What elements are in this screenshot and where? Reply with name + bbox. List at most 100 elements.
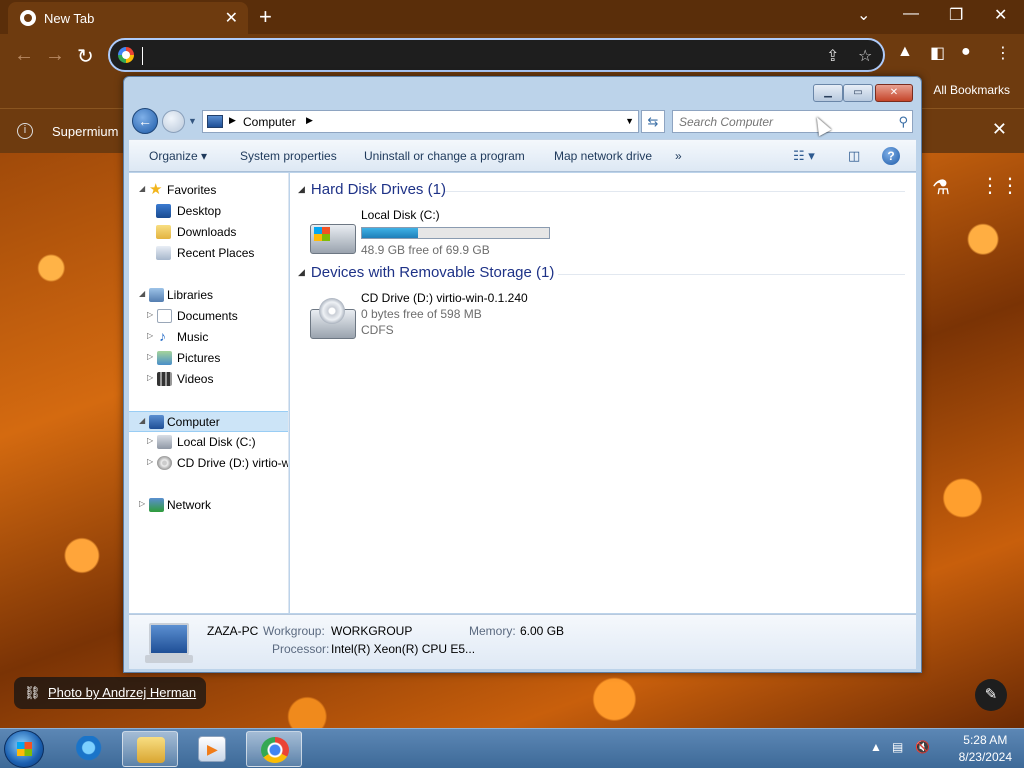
close-tab-icon[interactable]: ✕ <box>225 8 238 28</box>
refresh-icon[interactable]: ⇆ <box>641 110 665 133</box>
share-icon[interactable]: ⇪ <box>826 46 839 66</box>
link-icon: ⛓ <box>24 685 41 700</box>
profile-icon[interactable]: ● <box>961 43 971 61</box>
breadcrumb-computer[interactable]: Computer <box>243 115 296 129</box>
extensions-icon[interactable]: ▲ <box>897 43 913 61</box>
nav-item-favorites[interactable]: ◢ ★ Favorites <box>129 180 288 201</box>
expand-arrow-icon[interactable]: ▷ <box>147 331 153 340</box>
restore-window-icon[interactable]: ❐ <box>949 5 963 25</box>
folder-icon <box>137 737 165 763</box>
explorer-address-row: ← ▼ ▶ Computer ▶ ▼ ⇆ ⚲ <box>124 107 921 137</box>
minimize-window-icon[interactable]: — <box>903 5 919 23</box>
network-tray-icon[interactable]: ▤ <box>892 740 903 754</box>
change-view-icon[interactable]: ☷ ▾ <box>793 148 815 164</box>
nav-item-label: Network <box>167 498 212 512</box>
explorer-search-box[interactable]: ⚲ <box>672 110 913 133</box>
explorer-minimize-button[interactable]: ▁ <box>813 84 843 102</box>
close-infobar-icon[interactable]: ✕ <box>992 119 1007 140</box>
map-network-drive-button[interactable]: Map network drive <box>554 149 652 163</box>
group-divider <box>558 274 905 275</box>
address-dropdown-icon[interactable]: ▼ <box>625 116 634 126</box>
organize-button[interactable]: Organize ▾ <box>149 149 207 163</box>
expand-arrow-icon[interactable]: ▷ <box>147 352 153 361</box>
tab-new-tab[interactable]: New Tab ✕ <box>8 2 248 34</box>
photo-credit-text: Photo by Andrzej Herman <box>48 685 197 700</box>
group-header-removable-storage[interactable]: ◢ Devices with Removable Storage (1) <box>298 264 554 281</box>
volume-muted-icon[interactable]: 🔇 <box>915 740 930 754</box>
expand-arrow-icon[interactable]: ▷ <box>147 436 153 445</box>
search-icon[interactable]: ⚲ <box>898 114 908 130</box>
memory-value: 6.00 GB <box>520 624 565 638</box>
tab-search-icon[interactable]: ⌄ <box>857 5 870 25</box>
nav-item-label: Music <box>177 330 209 344</box>
collapse-arrow-icon[interactable]: ◢ <box>139 416 145 425</box>
nav-item-music[interactable]: ▷ ♪ Music <box>129 327 288 348</box>
taskbar-internet-explorer[interactable] <box>62 731 118 767</box>
bookmark-star-icon[interactable]: ☆ <box>858 46 872 66</box>
menu-kebab-icon[interactable]: ⋮ <box>995 43 1011 63</box>
address-bar[interactable]: ⇪ ☆ <box>108 38 885 72</box>
nav-item-computer[interactable]: ◢ Computer <box>129 411 288 432</box>
taskbar-chrome[interactable] <box>246 731 302 767</box>
show-hidden-icons-icon[interactable]: ▲ <box>870 740 882 754</box>
nav-item-label: Downloads <box>177 225 237 239</box>
back-arrow-icon[interactable]: ← <box>14 44 34 67</box>
nav-item-cd-drive[interactable]: ▷ CD Drive (D:) virtio-win-0.1.240 <box>129 453 288 474</box>
drive-name: Local Disk (C:) <box>361 208 440 222</box>
expand-arrow-icon[interactable]: ▷ <box>139 499 145 508</box>
explorer-forward-button[interactable] <box>162 110 185 133</box>
nav-item-documents[interactable]: ▷ Documents <box>129 306 288 327</box>
nav-item-local-disk[interactable]: ▷ Local Disk (C:) <box>129 432 288 453</box>
more-commands-button[interactable]: » <box>675 149 682 163</box>
uninstall-program-button[interactable]: Uninstall or change a program <box>364 149 525 163</box>
close-window-icon[interactable]: ✕ <box>994 5 1007 25</box>
documents-icon <box>157 309 172 323</box>
apps-grid-icon[interactable]: ⋮⋮ <box>980 173 1020 198</box>
recent-pages-dropdown-icon[interactable]: ▼ <box>188 116 197 126</box>
new-tab-button[interactable]: + <box>259 4 272 30</box>
collapse-group-icon[interactable]: ◢ <box>298 184 305 194</box>
collapse-arrow-icon[interactable]: ◢ <box>139 184 145 193</box>
help-icon[interactable]: ? <box>882 147 900 165</box>
nav-item-videos[interactable]: ▷ Videos <box>129 369 288 390</box>
taskbar-windows-explorer[interactable] <box>122 731 178 767</box>
nav-item-downloads[interactable]: Downloads <box>129 222 288 243</box>
explorer-search-input[interactable] <box>679 114 879 130</box>
nav-item-label: Videos <box>177 372 214 386</box>
nav-item-recent-places[interactable]: Recent Places <box>129 243 288 264</box>
explorer-maximize-button[interactable]: ▭ <box>843 84 873 102</box>
cd-drive-icon <box>310 298 356 339</box>
preview-pane-icon[interactable]: ◫ <box>848 148 860 164</box>
customize-pencil-icon[interactable]: ✎ <box>975 679 1007 711</box>
nav-item-desktop[interactable]: Desktop <box>129 201 288 222</box>
start-button[interactable] <box>4 730 44 768</box>
group-header-hard-disk-drives[interactable]: ◢ Hard Disk Drives (1) <box>298 181 446 198</box>
explorer-address-bar[interactable]: ▶ Computer ▶ ▼ <box>202 110 639 133</box>
forward-arrow-icon[interactable]: → <box>45 44 65 67</box>
collapse-arrow-icon[interactable]: ◢ <box>139 289 145 298</box>
breadcrumb-arrow-icon[interactable]: ▶ <box>306 115 313 126</box>
expand-arrow-icon[interactable]: ▷ <box>147 310 153 319</box>
workgroup-label: Workgroup: <box>263 624 325 638</box>
reload-icon[interactable]: ↻ <box>77 44 94 69</box>
breadcrumb-arrow-icon[interactable]: ▶ <box>229 115 236 126</box>
music-note-icon: ♪ <box>159 328 166 344</box>
nav-item-network[interactable]: ▷ Network <box>129 495 288 516</box>
explorer-back-button[interactable]: ← <box>132 108 158 134</box>
side-panel-icon[interactable]: ◧ <box>930 43 945 63</box>
collapse-group-icon[interactable]: ◢ <box>298 267 305 277</box>
nav-item-label: Favorites <box>167 183 217 197</box>
capacity-bar <box>361 227 550 239</box>
photo-credit-link[interactable]: ⛓ Photo by Andrzej Herman <box>14 677 207 709</box>
system-properties-button[interactable]: System properties <box>240 149 337 163</box>
expand-arrow-icon[interactable]: ▷ <box>147 457 153 466</box>
nav-item-pictures[interactable]: ▷ Pictures <box>129 348 288 369</box>
nav-item-libraries[interactable]: ◢ Libraries <box>129 285 288 306</box>
nav-item-label: Documents <box>177 309 238 323</box>
expand-arrow-icon[interactable]: ▷ <box>147 373 153 382</box>
labs-flask-icon[interactable]: ⚗ <box>932 175 950 200</box>
all-bookmarks-button[interactable]: All Bookmarks <box>933 83 1010 97</box>
explorer-close-button[interactable]: ✕ <box>875 84 913 102</box>
taskbar-media-player[interactable] <box>184 731 240 767</box>
system-clock[interactable]: 5:28 AM 8/23/2024 <box>959 732 1012 766</box>
